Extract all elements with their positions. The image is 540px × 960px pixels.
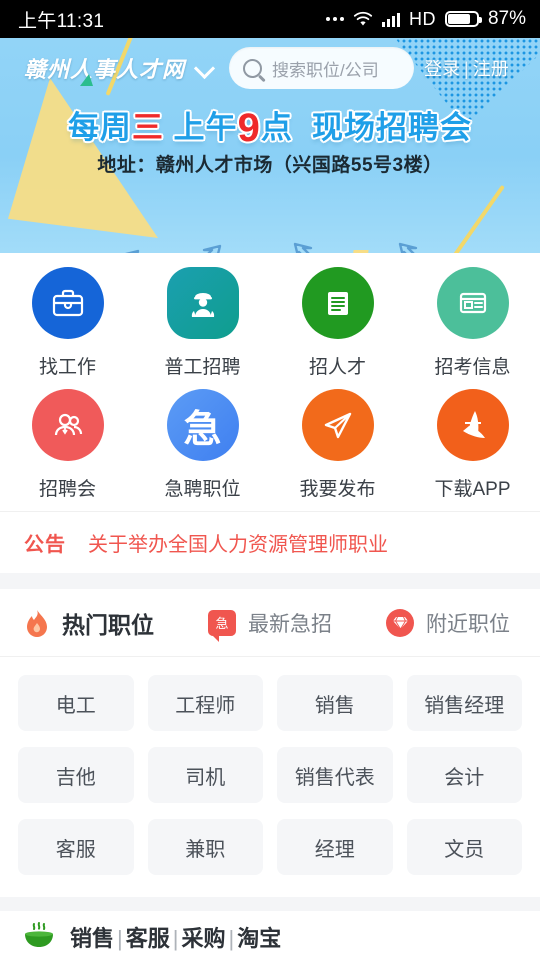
search-input[interactable]: 搜索职位/公司 (229, 47, 415, 89)
job-tag[interactable]: 工程师 (147, 675, 263, 731)
tab-nearby-jobs[interactable]: 附近职位 (386, 608, 510, 638)
urgent-bubble-icon: 急 (208, 609, 236, 642)
chevron-down-icon[interactable] (195, 58, 215, 78)
nav-item-post-job[interactable]: 我要发布 (270, 389, 405, 501)
arrow-up-left-icon-1 (293, 242, 313, 253)
job-tag[interactable]: 电工 (18, 675, 134, 731)
promo-banner: 赣州人事人才网 搜索职位/公司 登录 | 注册 每周三 上午9点 现场招聘会 地址：… (0, 38, 540, 253)
nav-grid-section: 找工作 普工招聘 招人才 招考信息 招聘会 急 急聘职位 我要发布 下载APP (0, 253, 540, 511)
job-tag[interactable]: 兼职 (147, 819, 263, 875)
category-separator: | (172, 926, 179, 951)
network-type-label: HD (408, 8, 436, 29)
category-text: 销售 | 客服 | 采购 | 淘宝 (70, 921, 281, 953)
tab-label: 热门职位 (62, 611, 154, 638)
battery-icon (444, 11, 482, 27)
urgent-bubble-char: 急 (215, 616, 229, 631)
arrow-up-right-icon-2 (202, 244, 222, 253)
job-tag[interactable]: 销售 (277, 675, 393, 731)
tab-label: 最新急招 (248, 612, 332, 636)
category-item[interactable]: 客服 (126, 926, 170, 951)
nav-grid: 找工作 普工招聘 招人才 招考信息 招聘会 急 急聘职位 我要发布 下载APP (0, 267, 540, 501)
worker-icon (166, 267, 239, 339)
category-item[interactable]: 淘宝 (237, 926, 281, 951)
people-icon (31, 389, 104, 461)
nav-item-label: 找工作 (38, 357, 96, 378)
tab-latest-urgent[interactable]: 急 最新急招 (208, 608, 332, 642)
nav-item-recruit-talent[interactable]: 招人才 (270, 267, 405, 379)
site-logo[interactable]: 赣州人事人才网 (24, 52, 186, 86)
tab-hot-jobs[interactable]: 热门职位 (24, 606, 154, 640)
status-bar: 上午11:31 HD 87% (0, 0, 540, 38)
auth-divider: | (464, 59, 469, 79)
banner-address: 地址：赣州人才市场（兴国路55号3楼） (97, 155, 443, 176)
job-tag[interactable]: 会计 (406, 747, 522, 803)
job-tabs: 热门职位 急 最新急招 附近职位 (0, 589, 540, 657)
nav-item-label: 我要发布 (299, 479, 376, 500)
category-separator: | (117, 926, 123, 951)
search-placeholder: 搜索职位/公司 (272, 60, 379, 80)
nav-item-urgent-jobs[interactable]: 急 急聘职位 (135, 389, 270, 501)
signal-icon (381, 12, 400, 27)
announcement-text: 关于举办全国人力资源管理师职业 (88, 534, 388, 556)
category-item[interactable]: 销售 (70, 926, 114, 951)
job-tag[interactable]: 司机 (147, 747, 263, 803)
nav-item-label: 招人才 (308, 357, 366, 378)
nav-item-job-fair[interactable]: 招聘会 (0, 389, 135, 501)
tab-label: 附近职位 (426, 612, 510, 636)
nav-item-find-job[interactable]: 找工作 (0, 267, 135, 379)
nav-item-label: 普工招聘 (164, 357, 241, 378)
auth-links: 登录 | 注册 (424, 55, 509, 81)
section-divider (0, 573, 540, 589)
job-tag[interactable]: 吉他 (18, 747, 134, 803)
job-tag[interactable]: 文员 (406, 819, 522, 875)
battery-percent-label: 87% (487, 8, 526, 29)
announcement-tag: 公告 (24, 534, 66, 556)
nav-item-label: 急聘职位 (164, 479, 241, 500)
site-logo-text: 赣州人事人才网 (24, 57, 186, 82)
nav-item-general-worker-recruit[interactable]: 普工招聘 (135, 267, 270, 379)
job-tag[interactable]: 经理 (277, 819, 393, 875)
arrow-up-right-icon-1 (125, 249, 140, 253)
status-bar-time: 上午11:31 (18, 10, 105, 32)
sail-app-icon (436, 389, 509, 461)
bowl-icon (22, 922, 56, 952)
section-divider-bottom (0, 897, 540, 911)
nav-item-label: 下载APP (434, 479, 511, 500)
category-separator: | (228, 926, 235, 951)
paper-plane-icon (301, 389, 374, 461)
yellow-square-decoration (350, 250, 369, 253)
news-card-icon (436, 267, 509, 339)
app-header: 赣州人事人才网 搜索职位/公司 登录 | 注册 (0, 38, 540, 98)
login-button[interactable]: 登录 (424, 59, 460, 79)
category-item[interactable]: 采购 (181, 926, 225, 951)
job-tag-grid: 电工 工程师 销售 销售经理 吉他 司机 销售代表 会计 客服 兼职 经理 文员 (0, 657, 540, 883)
announcement-bar[interactable]: 公告 关于举办全国人力资源管理师职业 (0, 511, 540, 573)
search-icon (243, 58, 263, 78)
banner-headline: 每周三 上午9点 现场招聘会 (67, 106, 473, 150)
nav-item-label: 招聘会 (38, 479, 96, 500)
job-tag[interactable]: 客服 (18, 819, 134, 875)
logo-accent-triangle (80, 74, 93, 86)
category-row[interactable]: 销售 | 客服 | 采购 | 淘宝 (0, 911, 540, 960)
document-icon (301, 267, 374, 339)
nav-item-exam-info[interactable]: 招考信息 (405, 267, 540, 379)
arrow-up-left-icon-2 (398, 242, 418, 253)
job-tag[interactable]: 销售经理 (406, 675, 522, 731)
urgent-ji-icon: 急 (166, 389, 239, 461)
app-screen: 上午11:31 HD 87% 赣州人事人才网 搜索职位/公司 登录 | 注册 每… (0, 0, 540, 960)
nav-item-label: 招考信息 (434, 357, 511, 378)
diamond-icon (386, 608, 414, 637)
register-button[interactable]: 注册 (473, 59, 509, 79)
job-tag[interactable]: 销售代表 (277, 747, 393, 803)
wifi-icon (353, 11, 373, 27)
briefcase-icon (31, 267, 104, 339)
status-bar-icons: HD 87% (325, 8, 526, 30)
nav-item-download-app[interactable]: 下载APP (405, 389, 540, 501)
flame-icon (24, 609, 50, 637)
more-dots-icon (325, 17, 344, 21)
